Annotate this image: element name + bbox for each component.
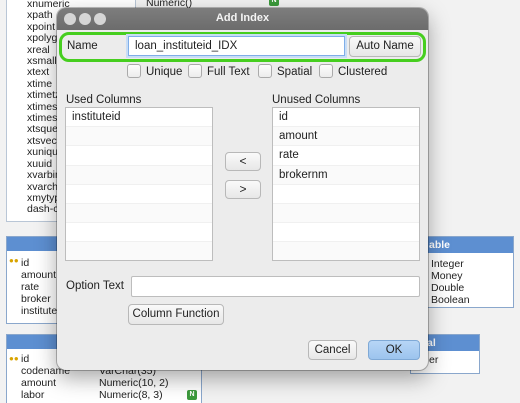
entity-row: rate: [21, 281, 40, 293]
move-to-unused-button[interactable]: <: [225, 152, 261, 171]
unused-columns-list[interactable]: id amount rate brokernm: [272, 107, 420, 261]
not-null-badge: N: [269, 0, 279, 6]
add-index-dialog: Add Index Name loan_instituteid_IDX Auto…: [57, 8, 428, 370]
entity-row-type: er: [429, 354, 439, 366]
entity-row-type: Integer: [431, 258, 464, 270]
key-icon: ●●: [9, 354, 19, 363]
list-item-empty: [273, 185, 419, 204]
clustered-option[interactable]: Clustered: [319, 64, 387, 80]
entity-row-type: Double: [431, 282, 465, 294]
clustered-checkbox[interactable]: [319, 64, 333, 78]
column-function-button[interactable]: Column Function: [128, 304, 224, 325]
entity-row: institute: [21, 305, 58, 317]
entity-row: id: [21, 257, 30, 269]
option-text-input[interactable]: [131, 276, 420, 297]
entity-row-type: Numeric(10, 2): [99, 377, 169, 389]
option-text-label: Option Text: [66, 280, 124, 292]
entity-row: id: [21, 353, 30, 365]
list-item[interactable]: instituteid: [66, 108, 212, 128]
move-to-used-button[interactable]: >: [225, 180, 261, 199]
unused-columns-label: Unused Columns: [272, 94, 361, 106]
list-item-empty: [66, 185, 212, 204]
entity-row: amount: [21, 377, 57, 389]
entity-row-type: Money: [431, 270, 463, 282]
entity-row: amount: [21, 269, 57, 281]
unique-checkbox[interactable]: [127, 64, 141, 78]
auto-name-button[interactable]: Auto Name: [349, 36, 421, 57]
fulltext-label: Full Text: [207, 66, 250, 78]
list-item-empty: [66, 127, 212, 147]
list-item[interactable]: id: [273, 108, 419, 128]
list-item[interactable]: brokernm: [273, 165, 419, 185]
cancel-button[interactable]: Cancel: [308, 340, 357, 360]
title-bar[interactable]: Add Index: [57, 8, 428, 30]
unique-option[interactable]: Unique: [127, 64, 182, 80]
list-item[interactable]: amount: [273, 127, 419, 147]
list-item-empty: [273, 242, 419, 260]
list-item-empty: [273, 203, 419, 224]
list-item-empty: [66, 223, 212, 243]
fulltext-option[interactable]: Full Text: [188, 64, 250, 80]
list-item-empty: [66, 242, 212, 260]
list-item-empty: [66, 146, 212, 166]
ok-button[interactable]: OK: [368, 340, 420, 360]
fulltext-checkbox[interactable]: [188, 64, 202, 78]
not-null-badge: N: [187, 390, 197, 400]
used-columns-label: Used Columns: [66, 94, 142, 106]
spatial-option[interactable]: Spatial: [258, 64, 312, 80]
entity-title: al: [427, 337, 436, 349]
index-name-input[interactable]: loan_instituteid_IDX: [128, 36, 345, 56]
list-item[interactable]: rate: [273, 146, 419, 166]
list-item-empty: [66, 203, 212, 224]
name-label: Name: [67, 40, 98, 52]
clustered-label: Clustered: [338, 66, 388, 78]
entity-row: broker: [21, 293, 51, 305]
entity-row: labor: [21, 389, 45, 401]
entity-row-type: Boolean: [431, 294, 470, 306]
spatial-label: Spatial: [277, 66, 313, 78]
list-item-empty: [66, 165, 212, 185]
unique-label: Unique: [146, 66, 183, 78]
spatial-checkbox[interactable]: [258, 64, 272, 78]
used-columns-list[interactable]: instituteid: [65, 107, 213, 261]
key-icon: ●●: [9, 256, 19, 265]
entity-title: able: [429, 239, 451, 251]
dialog-title: Add Index: [215, 12, 270, 24]
list-item-empty: [273, 223, 419, 243]
entity-row-type: Numeric(8, 3): [99, 389, 163, 401]
